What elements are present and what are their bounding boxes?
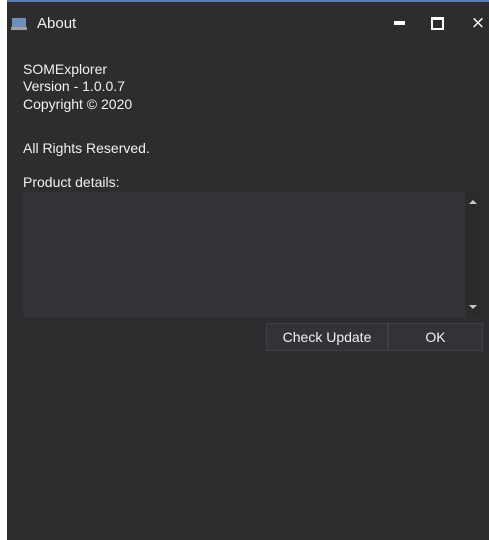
minimize-button[interactable] <box>384 10 414 36</box>
details-scrollbar[interactable] <box>465 192 482 317</box>
about-window: About × SOMExplorer Version - 1.0.0.7 Co… <box>7 0 489 540</box>
scroll-up-arrow-icon[interactable] <box>469 200 477 204</box>
product-details-label: Product details: <box>23 174 120 190</box>
version-text: Version - 1.0.0.7 <box>23 78 125 94</box>
product-details-box <box>23 192 482 317</box>
minimize-icon <box>393 21 405 25</box>
product-name: SOMExplorer <box>23 61 108 77</box>
close-icon: × <box>470 12 486 33</box>
window-title: About <box>37 15 77 32</box>
scroll-down-arrow-icon[interactable] <box>469 305 477 309</box>
product-details-textarea[interactable] <box>23 192 463 317</box>
rights-text: All Rights Reserved. <box>23 140 150 156</box>
maximize-icon <box>430 16 444 30</box>
ok-button[interactable]: OK <box>388 323 483 351</box>
maximize-button[interactable] <box>422 10 452 36</box>
close-button[interactable]: × <box>463 10 489 36</box>
title-bar[interactable]: About × <box>7 2 489 44</box>
window-icon <box>11 18 27 30</box>
copyright-text: Copyright © 2020 <box>23 96 133 112</box>
check-update-button[interactable]: Check Update <box>266 323 388 351</box>
